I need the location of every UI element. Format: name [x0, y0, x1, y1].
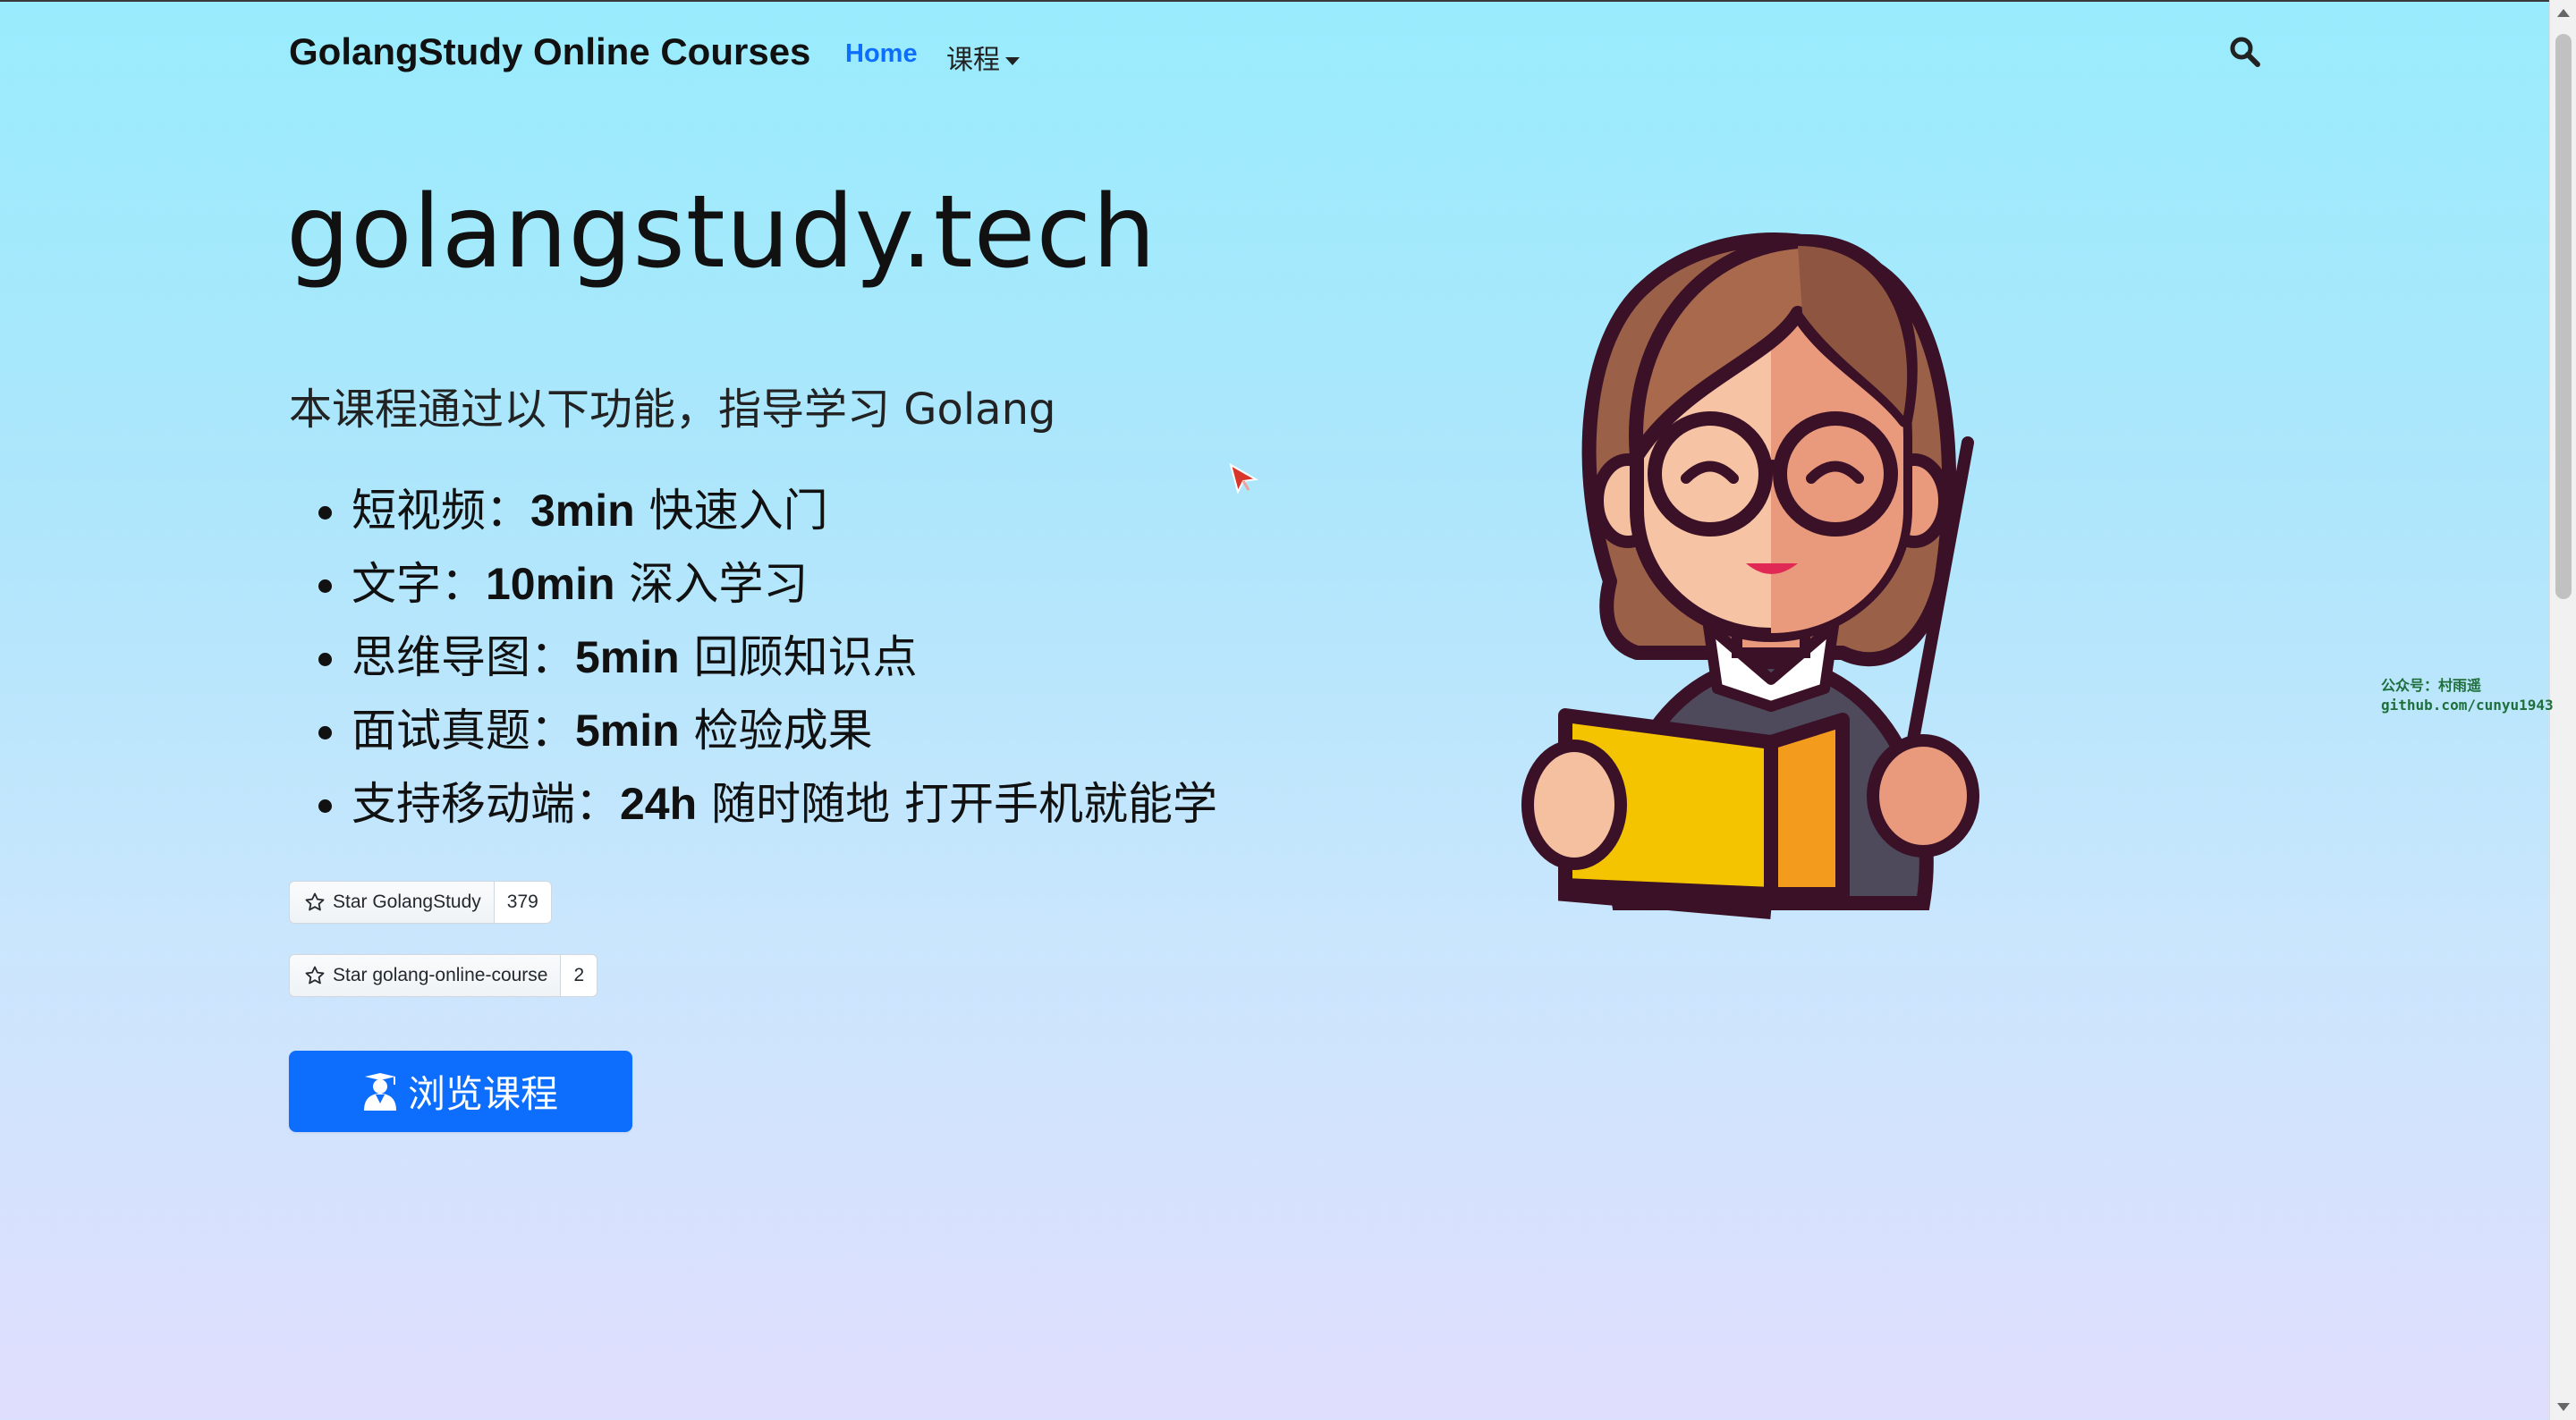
feature-list: 短视频：3min 快速入门 文字：10min 深入学习 思维导图：5min 回顾…	[289, 474, 1217, 841]
github-star-label: Star GolangStudy	[333, 892, 481, 912]
github-star-golangstudy: Star GolangStudy 379	[289, 881, 552, 924]
github-star-button[interactable]: Star golang-online-course	[289, 954, 562, 997]
watermark: 公众号：村雨遥 github.com/cunyu1943	[2381, 677, 2554, 714]
scrollbar-thumb[interactable]	[2555, 34, 2572, 599]
nav-courses-label: 课程	[946, 45, 1000, 76]
search-button[interactable]	[2229, 36, 2265, 72]
browse-courses-label: 浏览课程	[407, 1072, 558, 1116]
teacher-illustration	[1521, 232, 1979, 919]
feature-item: 文字：10min 深入学习	[352, 547, 1217, 621]
hero-lead: 本课程通过以下功能，指导学习 Golang	[289, 385, 1056, 435]
chevron-down-icon	[1005, 57, 1020, 65]
nav-courses-dropdown[interactable]: 课程	[946, 38, 1020, 77]
search-icon	[2230, 37, 2260, 67]
page-title: golangstudy.tech	[286, 174, 1157, 291]
github-star-count[interactable]: 379	[494, 881, 552, 924]
feature-item: 短视频：3min 快速入门	[352, 474, 1217, 547]
github-star-count[interactable]: 2	[561, 954, 598, 997]
feature-item: 思维导图：5min 回顾知识点	[352, 621, 1217, 694]
feature-item: 支持移动端：24h 随时随地 打开手机就能学	[352, 767, 1217, 841]
brand-link[interactable]: GolangStudy Online Courses	[289, 30, 810, 73]
feature-item: 面试真题：5min 检验成果	[352, 694, 1217, 767]
scroll-down-icon[interactable]	[2557, 1403, 2570, 1411]
navbar: GolangStudy Online Courses Home 课程	[0, 0, 2549, 111]
graduate-icon	[363, 1072, 396, 1111]
nav-home-link[interactable]: Home	[845, 39, 918, 69]
github-star-label: Star golang-online-course	[333, 965, 548, 985]
cursor-icon	[1229, 463, 1259, 494]
star-icon	[305, 892, 325, 911]
github-star-button[interactable]: Star GolangStudy	[289, 881, 495, 924]
scroll-up-icon[interactable]	[2557, 9, 2570, 17]
browse-courses-button[interactable]: 浏览课程	[289, 1051, 632, 1132]
star-icon	[305, 966, 325, 985]
github-star-golang-online-course: Star golang-online-course 2	[289, 954, 598, 997]
